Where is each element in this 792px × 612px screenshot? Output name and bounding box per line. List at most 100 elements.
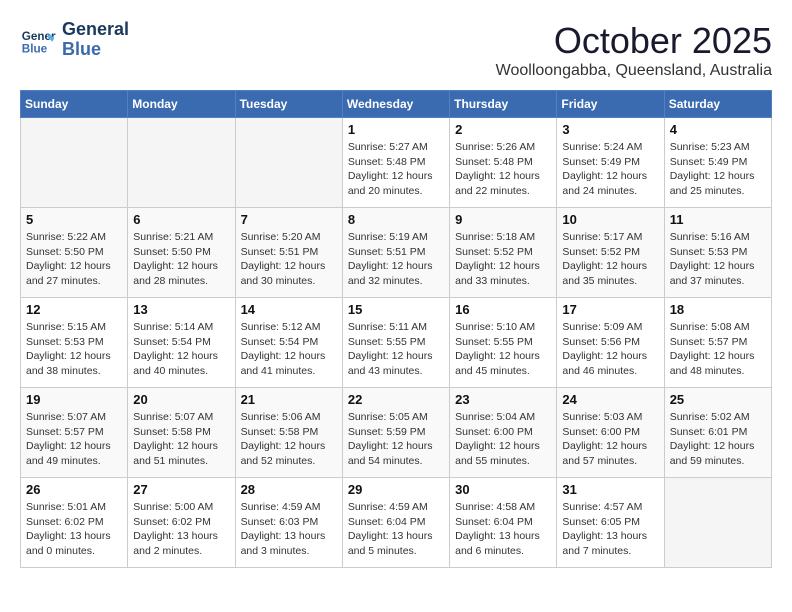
day-info: Sunrise: 5:21 AMSunset: 5:50 PMDaylight:… xyxy=(133,230,229,289)
day-info: Sunrise: 5:05 AMSunset: 5:59 PMDaylight:… xyxy=(348,410,444,469)
day-number: 24 xyxy=(562,392,658,407)
day-info: Sunrise: 5:07 AMSunset: 5:57 PMDaylight:… xyxy=(26,410,122,469)
calendar-cell: 20Sunrise: 5:07 AMSunset: 5:58 PMDayligh… xyxy=(128,388,235,478)
week-row-5: 26 Sunrise: 5:01 AMSunset: 6:02 PMDayligh… xyxy=(21,478,772,568)
calendar-cell: 16 Sunrise: 5:10 AMSunset: 5:55 PMDayligh… xyxy=(450,298,557,388)
day-info: Sunrise: 5:24 AMSunset: 5:49 PMDaylight:… xyxy=(562,140,658,199)
day-number: 23 xyxy=(455,392,551,407)
day-number: 4 xyxy=(670,122,766,137)
calendar-cell: 19 Sunrise: 5:07 AMSunset: 5:57 PMDayligh… xyxy=(21,388,128,478)
calendar-cell: 10 Sunrise: 5:17 AMSunset: 5:52 PMDayligh… xyxy=(557,208,664,298)
calendar-cell: 14 Sunrise: 5:12 AMSunset: 5:54 PMDayligh… xyxy=(235,298,342,388)
day-info: Sunrise: 5:06 AMSunset: 5:58 PMDaylight:… xyxy=(241,410,337,469)
month-title: October 2025 xyxy=(496,20,772,62)
day-info: Sunrise: 5:00 AMSunset: 6:02 PMDaylight:… xyxy=(133,500,229,559)
day-info: Sunrise: 5:14 AMSunset: 5:54 PMDaylight:… xyxy=(133,320,229,379)
day-number: 14 xyxy=(241,302,337,317)
day-info: Sunrise: 5:27 AMSunset: 5:48 PMDaylight:… xyxy=(348,140,444,199)
day-info: Sunrise: 5:19 AMSunset: 5:51 PMDaylight:… xyxy=(348,230,444,289)
calendar-cell: 7 Sunrise: 5:20 AMSunset: 5:51 PMDaylight… xyxy=(235,208,342,298)
day-info: Sunrise: 4:59 AMSunset: 6:03 PMDaylight:… xyxy=(241,500,337,559)
day-info: Sunrise: 5:02 AMSunset: 6:01 PMDaylight:… xyxy=(670,410,766,469)
calendar-cell: 25Sunrise: 5:02 AMSunset: 6:01 PMDayligh… xyxy=(664,388,771,478)
weekday-header-monday: Monday xyxy=(128,91,235,118)
week-row-3: 12Sunrise: 5:15 AMSunset: 5:53 PMDayligh… xyxy=(21,298,772,388)
calendar-cell: 9 Sunrise: 5:18 AMSunset: 5:52 PMDaylight… xyxy=(450,208,557,298)
day-info: Sunrise: 5:04 AMSunset: 6:00 PMDaylight:… xyxy=(455,410,551,469)
calendar-cell: 24Sunrise: 5:03 AMSunset: 6:00 PMDayligh… xyxy=(557,388,664,478)
day-number: 31 xyxy=(562,482,658,497)
calendar-cell: 6 Sunrise: 5:21 AMSunset: 5:50 PMDaylight… xyxy=(128,208,235,298)
calendar-cell: 12Sunrise: 5:15 AMSunset: 5:53 PMDayligh… xyxy=(21,298,128,388)
day-info: Sunrise: 5:08 AMSunset: 5:57 PMDaylight:… xyxy=(670,320,766,379)
day-info: Sunrise: 5:20 AMSunset: 5:51 PMDaylight:… xyxy=(241,230,337,289)
day-number: 1 xyxy=(348,122,444,137)
day-number: 2 xyxy=(455,122,551,137)
week-row-2: 5Sunrise: 5:22 AMSunset: 5:50 PMDaylight… xyxy=(21,208,772,298)
calendar-cell: 22 Sunrise: 5:05 AMSunset: 5:59 PMDayligh… xyxy=(342,388,449,478)
day-number: 22 xyxy=(348,392,444,407)
day-number: 19 xyxy=(26,392,122,407)
day-number: 11 xyxy=(670,212,766,227)
calendar-cell: 23 Sunrise: 5:04 AMSunset: 6:00 PMDayligh… xyxy=(450,388,557,478)
header-row: SundayMondayTuesdayWednesdayThursdayFrid… xyxy=(21,91,772,118)
week-row-4: 19 Sunrise: 5:07 AMSunset: 5:57 PMDayligh… xyxy=(21,388,772,478)
calendar-cell: 4Sunrise: 5:23 AMSunset: 5:49 PMDaylight… xyxy=(664,118,771,208)
day-number: 12 xyxy=(26,302,122,317)
day-number: 29 xyxy=(348,482,444,497)
calendar-cell: 15Sunrise: 5:11 AMSunset: 5:55 PMDayligh… xyxy=(342,298,449,388)
day-number: 28 xyxy=(241,482,337,497)
day-number: 16 xyxy=(455,302,551,317)
day-number: 15 xyxy=(348,302,444,317)
day-number: 7 xyxy=(241,212,337,227)
title-section: October 2025 Woolloongabba, Queensland, … xyxy=(496,20,772,80)
calendar-cell: 3 Sunrise: 5:24 AMSunset: 5:49 PMDaylight… xyxy=(557,118,664,208)
calendar-cell xyxy=(235,118,342,208)
day-number: 10 xyxy=(562,212,658,227)
calendar-cell: 29 Sunrise: 4:59 AMSunset: 6:04 PMDayligh… xyxy=(342,478,449,568)
calendar-cell: 8Sunrise: 5:19 AMSunset: 5:51 PMDaylight… xyxy=(342,208,449,298)
day-info: Sunrise: 4:59 AMSunset: 6:04 PMDaylight:… xyxy=(348,500,444,559)
day-number: 26 xyxy=(26,482,122,497)
calendar-cell xyxy=(128,118,235,208)
calendar-cell xyxy=(664,478,771,568)
week-row-1: 1 Sunrise: 5:27 AMSunset: 5:48 PMDaylight… xyxy=(21,118,772,208)
calendar-cell: 21 Sunrise: 5:06 AMSunset: 5:58 PMDayligh… xyxy=(235,388,342,478)
weekday-header-saturday: Saturday xyxy=(664,91,771,118)
calendar-cell: 13 Sunrise: 5:14 AMSunset: 5:54 PMDayligh… xyxy=(128,298,235,388)
day-number: 9 xyxy=(455,212,551,227)
day-info: Sunrise: 5:17 AMSunset: 5:52 PMDaylight:… xyxy=(562,230,658,289)
day-info: Sunrise: 5:26 AMSunset: 5:48 PMDaylight:… xyxy=(455,140,551,199)
calendar-header: SundayMondayTuesdayWednesdayThursdayFrid… xyxy=(21,91,772,118)
day-number: 30 xyxy=(455,482,551,497)
calendar-cell: 27Sunrise: 5:00 AMSunset: 6:02 PMDayligh… xyxy=(128,478,235,568)
svg-text:Blue: Blue xyxy=(22,42,48,55)
logo: General Blue General Blue xyxy=(20,20,129,60)
logo-icon: General Blue xyxy=(20,22,56,58)
calendar-cell: 5Sunrise: 5:22 AMSunset: 5:50 PMDaylight… xyxy=(21,208,128,298)
calendar-cell: 30 Sunrise: 4:58 AMSunset: 6:04 PMDayligh… xyxy=(450,478,557,568)
calendar-body: 1 Sunrise: 5:27 AMSunset: 5:48 PMDaylight… xyxy=(21,118,772,568)
day-number: 21 xyxy=(241,392,337,407)
day-info: Sunrise: 5:09 AMSunset: 5:56 PMDaylight:… xyxy=(562,320,658,379)
weekday-header-friday: Friday xyxy=(557,91,664,118)
day-number: 6 xyxy=(133,212,229,227)
day-info: Sunrise: 5:12 AMSunset: 5:54 PMDaylight:… xyxy=(241,320,337,379)
calendar-cell: 17Sunrise: 5:09 AMSunset: 5:56 PMDayligh… xyxy=(557,298,664,388)
day-info: Sunrise: 5:16 AMSunset: 5:53 PMDaylight:… xyxy=(670,230,766,289)
weekday-header-tuesday: Tuesday xyxy=(235,91,342,118)
day-info: Sunrise: 5:01 AMSunset: 6:02 PMDaylight:… xyxy=(26,500,122,559)
day-info: Sunrise: 5:10 AMSunset: 5:55 PMDaylight:… xyxy=(455,320,551,379)
weekday-header-sunday: Sunday xyxy=(21,91,128,118)
calendar-cell: 28 Sunrise: 4:59 AMSunset: 6:03 PMDayligh… xyxy=(235,478,342,568)
day-number: 13 xyxy=(133,302,229,317)
day-number: 3 xyxy=(562,122,658,137)
day-info: Sunrise: 4:58 AMSunset: 6:04 PMDaylight:… xyxy=(455,500,551,559)
day-info: Sunrise: 5:18 AMSunset: 5:52 PMDaylight:… xyxy=(455,230,551,289)
calendar-cell: 1 Sunrise: 5:27 AMSunset: 5:48 PMDaylight… xyxy=(342,118,449,208)
weekday-header-thursday: Thursday xyxy=(450,91,557,118)
calendar-cell: 26 Sunrise: 5:01 AMSunset: 6:02 PMDayligh… xyxy=(21,478,128,568)
day-info: Sunrise: 4:57 AMSunset: 6:05 PMDaylight:… xyxy=(562,500,658,559)
logo-text-blue: Blue xyxy=(62,40,129,60)
page-header: General Blue General Blue October 2025 W… xyxy=(20,20,772,80)
